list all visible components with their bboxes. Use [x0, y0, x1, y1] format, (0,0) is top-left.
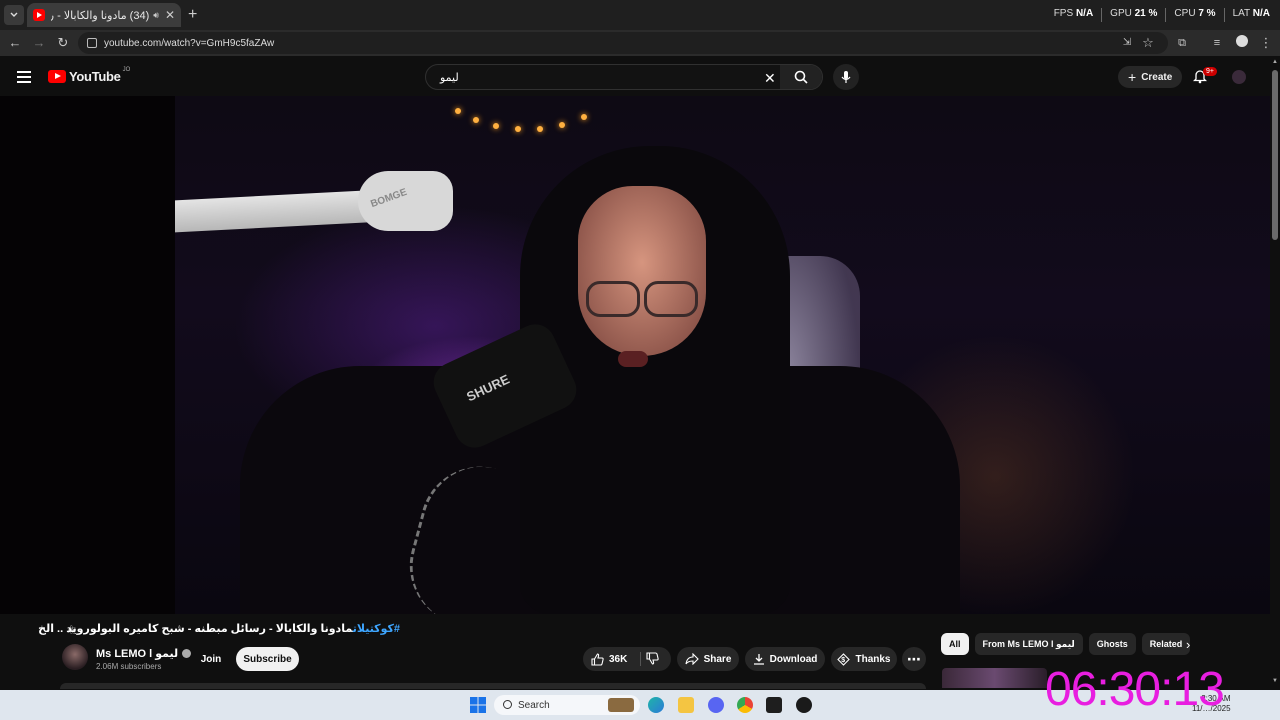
hamburger-menu-icon[interactable] [17, 71, 31, 86]
video-title: #كوكتيلاتمادونا والكابالا - رسائل مبطنه … [38, 623, 400, 635]
plus-icon: + [1128, 69, 1137, 85]
join-button[interactable]: Join [196, 647, 226, 671]
thanks-button[interactable]: $ Thanks [831, 647, 897, 671]
title-hashtag-link[interactable]: #كوكتيلات [353, 623, 400, 635]
chip-from-channel[interactable]: From Ms LEMO l ليمو [974, 633, 1083, 655]
taskbar-search[interactable]: Search [494, 695, 640, 715]
chip-related[interactable]: Related [1141, 633, 1191, 655]
app-icon[interactable] [796, 697, 812, 713]
file-explorer-icon[interactable] [678, 697, 694, 713]
description-box[interactable] [60, 683, 926, 689]
search-query: ليمو [440, 72, 459, 84]
extensions-icon[interactable]: ⧉ [1174, 35, 1190, 51]
speaker-icon: 🔊︎ [153, 9, 159, 20]
back-arrow-icon[interactable]: ← [7, 35, 23, 51]
super-thanks-icon: $ [837, 652, 851, 666]
site-info-icon[interactable] [87, 38, 97, 48]
download-button[interactable]: Download [745, 647, 825, 671]
address-bar[interactable]: youtube.com/watch?v=GmH9c5faZAw [78, 32, 1168, 54]
discord-icon[interactable] [708, 697, 724, 713]
share-button[interactable]: Share [677, 647, 739, 671]
browser-menu-icon[interactable]: ⋮ [1258, 35, 1274, 51]
page-scrollbar[interactable]: ▲ ▼ [1270, 56, 1280, 690]
search-icon [794, 70, 808, 84]
tab-search-menu[interactable] [4, 5, 24, 25]
download-icon [753, 654, 764, 665]
hud-gpu: GPU 21 % [1110, 8, 1158, 19]
url-text: youtube.com/watch?v=GmH9c5faZAw [104, 37, 275, 49]
chip-ghosts[interactable]: Ghosts [1088, 633, 1136, 655]
voice-search-button[interactable] [833, 64, 859, 90]
subscribe-button[interactable]: Subscribe [236, 647, 299, 671]
reload-icon[interactable]: ↻ [55, 35, 71, 51]
browser-toolbar: ← → ↻ youtube.com/watch?v=GmH9c5faZAw ⇲ … [0, 30, 1280, 56]
browser-tab-bar: (34) مادونا والكابالا - رسائل ... 🔊︎ ✕ +… [0, 0, 1280, 30]
create-button[interactable]: + Create [1118, 66, 1183, 88]
profile-icon[interactable] [1234, 35, 1250, 51]
chip-all[interactable]: All [941, 633, 969, 655]
windows-start-icon[interactable] [470, 697, 486, 713]
forward-arrow-icon[interactable]: → [31, 35, 47, 51]
video-player[interactable]: BOMGE SHURE [0, 96, 1270, 614]
terminal-icon[interactable] [766, 697, 782, 713]
hud-cpu: CPU 7 % [1174, 8, 1216, 19]
share-arrow-icon [685, 653, 699, 665]
chevron-down-icon [10, 12, 18, 17]
notification-count-badge: 9+ [1203, 67, 1217, 76]
search-button[interactable] [780, 65, 822, 89]
tab-close-icon[interactable]: ✕ [165, 8, 175, 22]
tab-title: (34) مادونا والكابالا - رسائل ... [51, 9, 150, 22]
install-app-icon[interactable]: ⇲ [1119, 35, 1135, 51]
mic-mount: BOMGE [358, 171, 453, 231]
scroll-down-arrow-icon[interactable]: ▼ [1272, 678, 1278, 684]
svg-text:$: $ [842, 657, 846, 664]
channel-avatar[interactable] [62, 644, 88, 670]
like-count: 36K [609, 653, 628, 665]
youtube-header: YouTube JO ليمو ✕ + Create 9+ [0, 56, 1270, 96]
chrome-icon[interactable] [737, 697, 753, 713]
edge-browser-icon[interactable] [648, 697, 664, 713]
chips-next-chevron-icon[interactable]: › [1186, 637, 1190, 652]
like-button[interactable]: 36K [583, 647, 671, 671]
verified-badge-icon [182, 649, 192, 658]
overlay-clock: 06:30:13 [1045, 663, 1225, 716]
thumbs-up-icon [591, 652, 604, 666]
more-horizontal-icon: ⋯ [907, 651, 921, 667]
clear-search-icon[interactable]: ✕ [764, 70, 776, 87]
search-highlight-image [608, 698, 634, 712]
subscriber-count: 2.06M subscribers [96, 662, 162, 671]
thumbs-down-icon[interactable] [646, 652, 659, 665]
bookmark-star-icon[interactable]: ☆ [1140, 35, 1156, 51]
youtube-logo[interactable]: YouTube JO [48, 67, 130, 84]
account-avatar[interactable] [1232, 70, 1246, 84]
search-input[interactable]: ليمو ✕ [425, 64, 823, 90]
youtube-play-icon [48, 70, 66, 83]
scrollbar-thumb[interactable] [1272, 70, 1278, 240]
related-video-thumbnail[interactable] [942, 668, 1047, 688]
performance-hud: FPS N/A GPU 21 % CPU 7 % LAT N/A [1054, 8, 1270, 22]
scroll-up-arrow-icon[interactable]: ▲ [1272, 59, 1278, 65]
more-actions-button[interactable]: ⋯ [902, 647, 926, 671]
youtube-favicon-icon [33, 9, 45, 21]
new-tab-button[interactable]: + [188, 6, 197, 24]
channel-name[interactable]: Ms LEMO l ليمو [96, 647, 192, 660]
reading-list-icon[interactable]: ≡ [1209, 35, 1225, 51]
fairy-lights [455, 108, 595, 138]
related-filter-chips: All From Ms LEMO l ليمو Ghosts Related [941, 633, 1191, 655]
hud-lat: LAT N/A [1232, 8, 1270, 19]
hud-fps: FPS N/A [1053, 8, 1094, 19]
microphone-icon [841, 71, 851, 83]
browser-tab-active[interactable]: (34) مادونا والكابالا - رسائل ... 🔊︎ ✕ [27, 3, 181, 27]
